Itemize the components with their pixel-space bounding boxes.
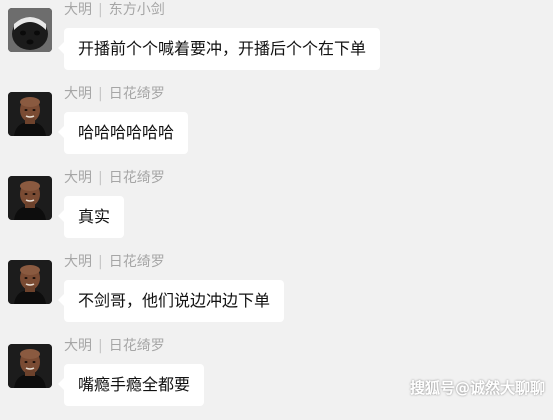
sender-line: 大明 | 日花绮罗 (64, 168, 165, 188)
message-bubble[interactable]: 哈哈哈哈哈哈 (57, 112, 189, 154)
group-nickname: 日花绮罗 (108, 338, 165, 354)
name-separator: | (98, 254, 103, 270)
sender-name: 大明 (64, 170, 92, 186)
badger-avatar[interactable] (8, 8, 52, 52)
group-nickname: 东方小剑 (108, 2, 165, 18)
name-separator: | (98, 338, 103, 354)
name-separator: | (98, 2, 103, 18)
name-separator: | (98, 86, 103, 102)
man-avatar[interactable] (8, 260, 52, 304)
watermark-label: 搜狐号@诚然大聊聊 (409, 379, 545, 397)
sender-name: 大明 (64, 338, 92, 354)
sender-line: 大明 | 日花绮罗 (64, 336, 165, 356)
chat-message: 大明 | 日花绮罗 哈哈哈哈哈哈 (0, 84, 553, 168)
sender-name: 大明 (64, 86, 92, 102)
man-icon (8, 260, 52, 304)
badger-icon (8, 8, 52, 52)
man-icon (8, 344, 52, 388)
man-avatar[interactable] (8, 176, 52, 220)
sender-name: 大明 (64, 254, 92, 270)
sender-line: 大明 | 东方小剑 (64, 0, 165, 20)
man-avatar[interactable] (8, 344, 52, 388)
sender-line: 大明 | 日花绮罗 (64, 252, 165, 272)
name-separator: | (98, 170, 103, 186)
group-nickname: 日花绮罗 (108, 254, 165, 270)
chat-message: 大明 | 日花绮罗 真实 (0, 168, 553, 252)
message-bubble[interactable]: 真实 (57, 196, 125, 238)
man-icon (8, 176, 52, 220)
sender-line: 大明 | 日花绮罗 (64, 84, 165, 104)
chat-message: 大明 | 日花绮罗 不剑哥，他们说边冲边下单 (0, 252, 553, 336)
group-nickname: 日花绮罗 (108, 86, 165, 102)
group-nickname: 日花绮罗 (108, 170, 165, 186)
man-icon (8, 92, 52, 136)
man-avatar[interactable] (8, 92, 52, 136)
chat-message: 大明 | 东方小剑 开播前个个喊着要冲，开播后个个在下单 (0, 0, 553, 84)
chat-log: 大明 | 东方小剑 开播前个个喊着要冲，开播后个个在下单 大明 | 日花绮罗 哈哈哈哈哈… (0, 0, 553, 408)
message-bubble[interactable]: 开播前个个喊着要冲，开播后个个在下单 (57, 28, 381, 70)
sender-name: 大明 (64, 2, 92, 18)
message-bubble[interactable]: 嘴瘾手瘾全都要 (57, 364, 205, 406)
message-bubble[interactable]: 不剑哥，他们说边冲边下单 (57, 280, 285, 322)
